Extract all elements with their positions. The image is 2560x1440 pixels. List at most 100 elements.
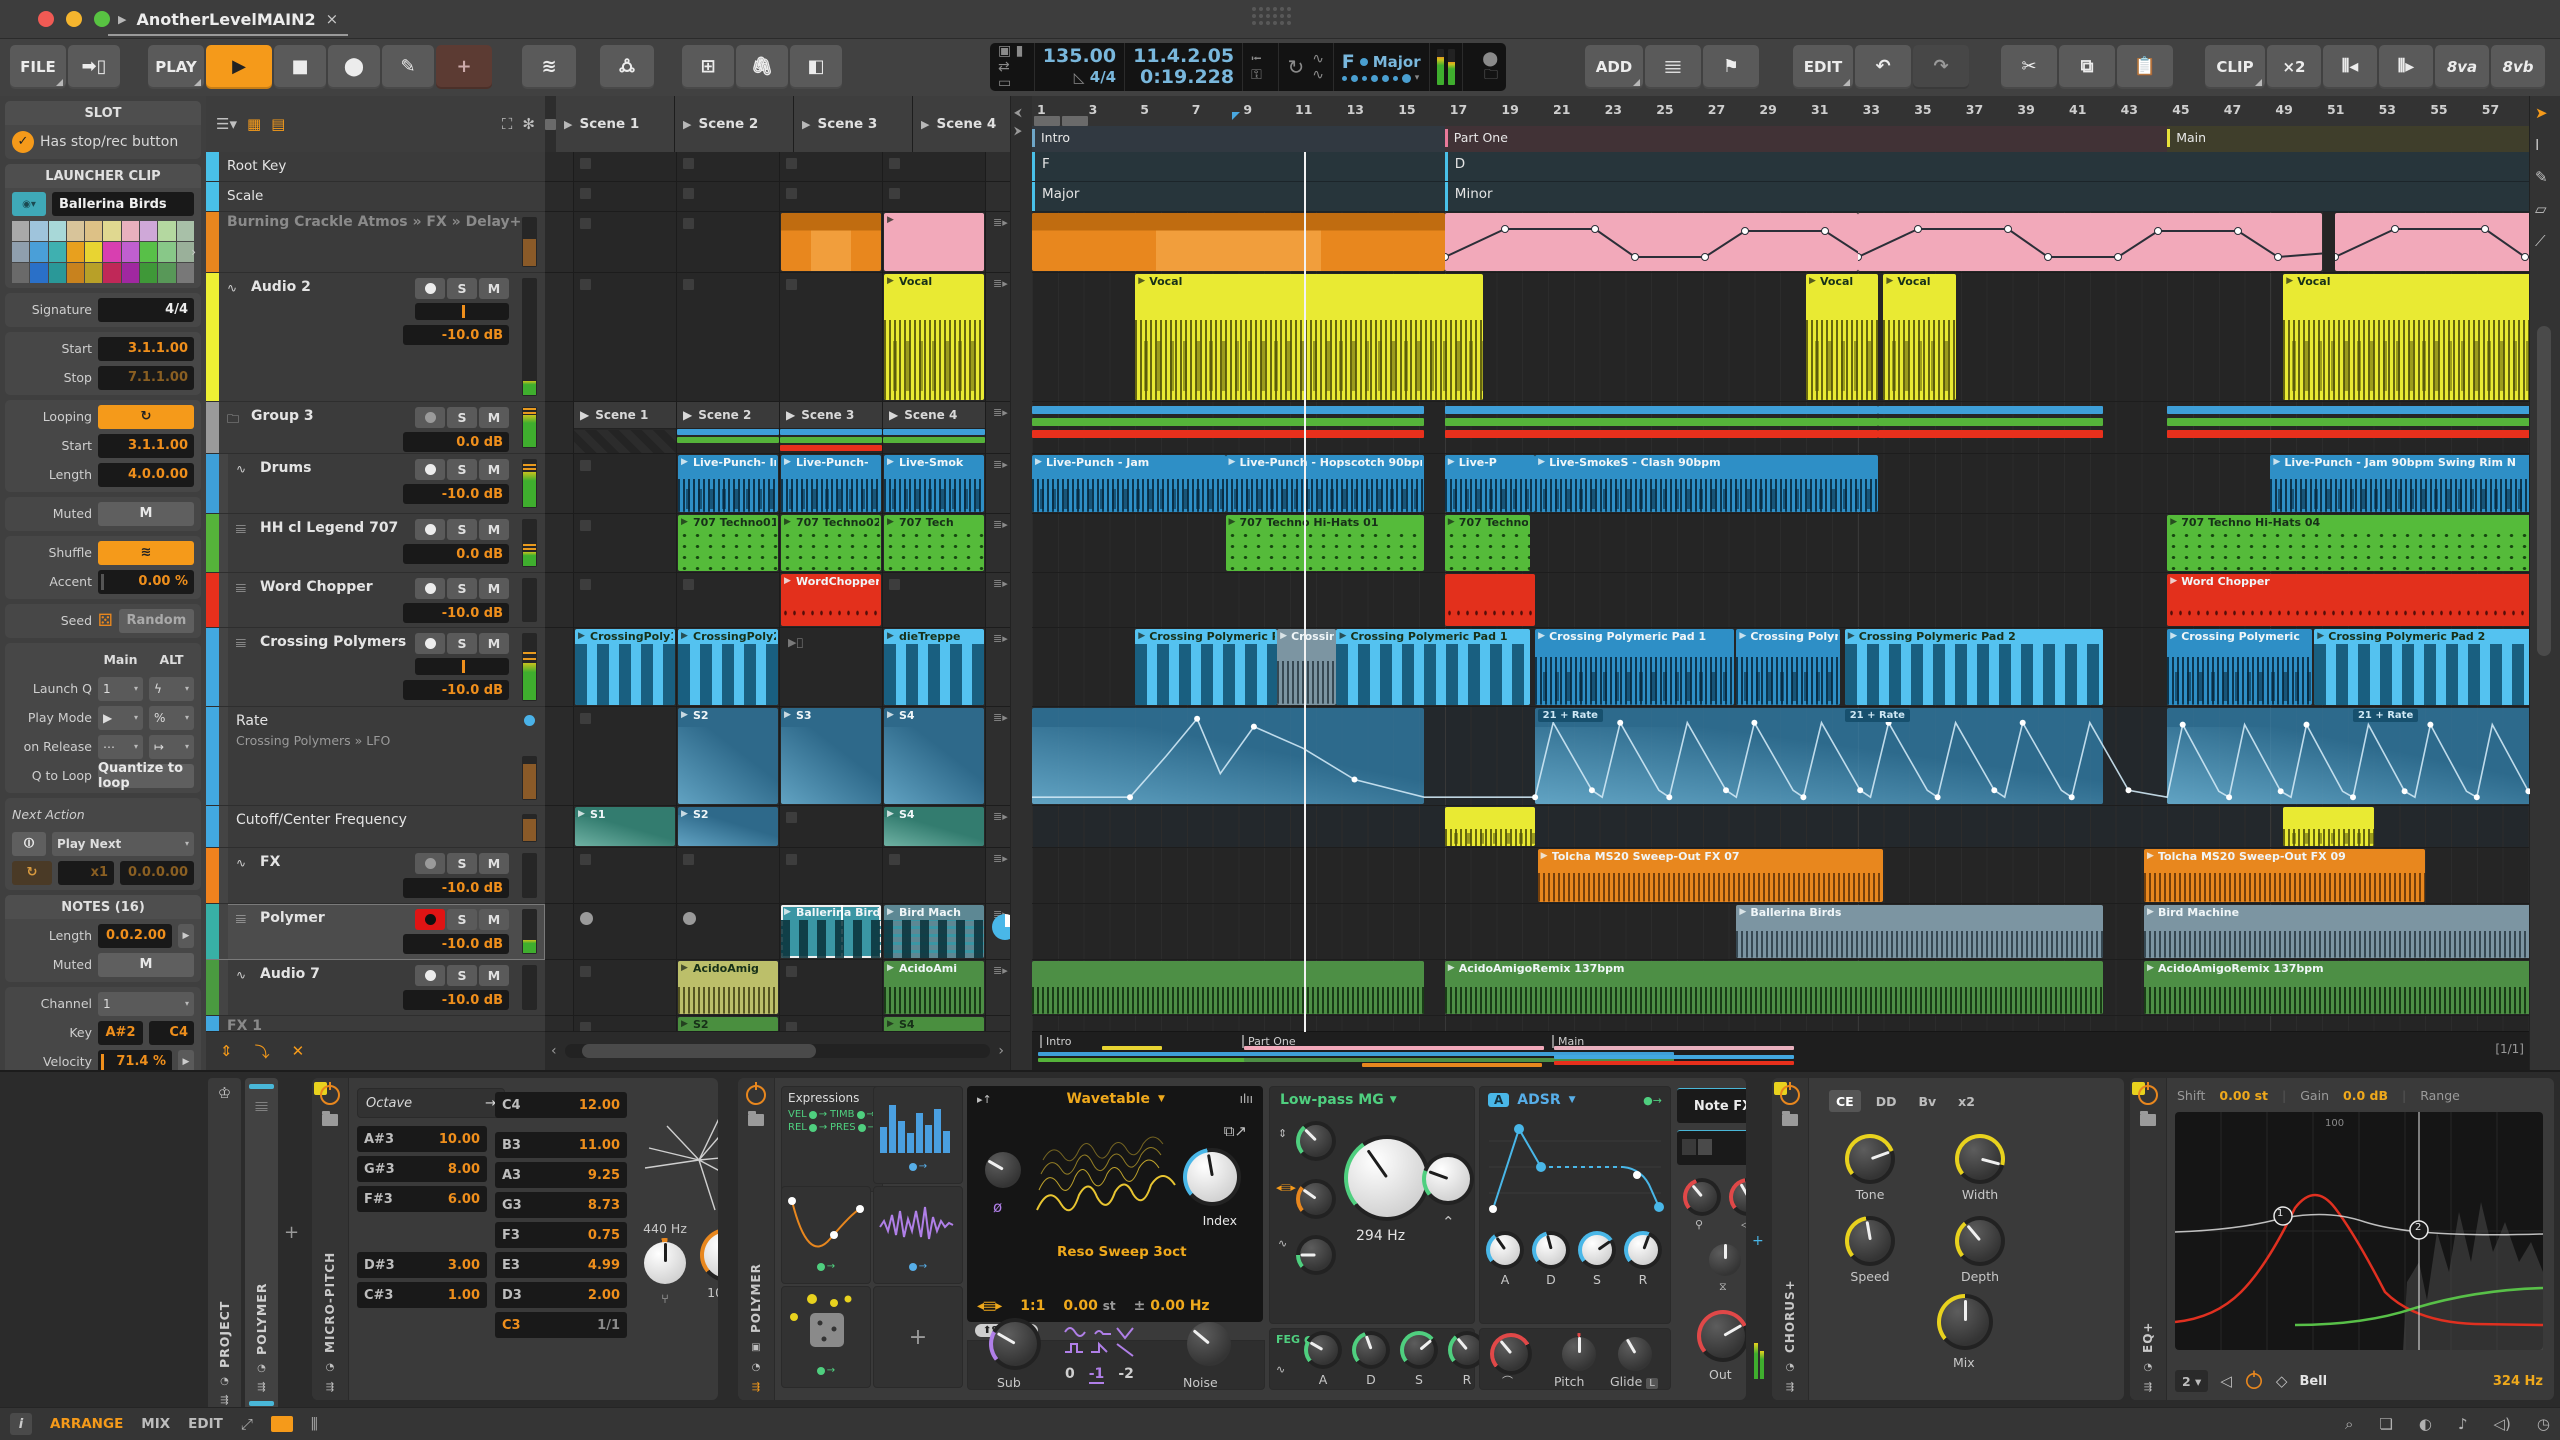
row-list-icon[interactable]: ≣▸ [993, 279, 1008, 289]
arranger-clip[interactable]: Tolcha MS20 Sweep-Out FX 09▶ [2144, 849, 2425, 902]
dice-icon[interactable]: ⚄ [98, 611, 113, 631]
clip-slot[interactable] [780, 182, 883, 211]
micropitch-note-field[interactable]: C31/1 [495, 1312, 627, 1338]
clip-play-icon[interactable]: ▶ [887, 710, 894, 720]
micropitch-note-field[interactable]: E34.99 [495, 1252, 627, 1278]
field-value[interactable]: 3.1.1.00 [98, 337, 194, 361]
power-icon[interactable] [320, 1085, 340, 1105]
filter-resonance-knob[interactable] [1422, 1153, 1474, 1205]
redo-button[interactable]: ↷ [1913, 45, 1969, 89]
eq-gain-value[interactable]: 0.0 dB [2343, 1088, 2388, 1103]
power-icon[interactable] [1780, 1085, 1800, 1105]
chorus-mode-select[interactable]: CE DD Bv x2 [1829, 1090, 1982, 1112]
launcher-clip[interactable]: ▶AcidoAmi [884, 961, 984, 1014]
launcher-clip[interactable]: ▶Vocal [884, 274, 984, 400]
clip-stop-button[interactable] [545, 848, 574, 903]
clip-stop-button[interactable] [545, 454, 574, 513]
clip-slot[interactable] [677, 904, 780, 959]
clip-slot[interactable]: ▶⃫ [780, 628, 883, 706]
row-list-icon[interactable]: ≣▸ [993, 966, 1008, 976]
close-traffic-light[interactable] [38, 11, 54, 27]
clip-play-icon[interactable]: ▶ [681, 517, 688, 527]
track-name[interactable]: FX [260, 854, 280, 870]
arranger-track-lane[interactable]: 707 Techno Hi-Hats 01▶707 Techno Hi-Ha▶7… [1032, 514, 2530, 573]
vibrato-rate-knob[interactable] [1729, 1178, 1746, 1216]
scene-header[interactable]: ▶Scene 1 [556, 96, 675, 152]
mute-button[interactable]: M [479, 519, 509, 540]
field-value[interactable]: 4/4 [98, 298, 194, 322]
color-swatch[interactable] [67, 242, 84, 262]
track-name[interactable]: Word Chopper [260, 579, 373, 595]
arranger-clip[interactable] [1445, 807, 1535, 846]
track-name[interactable]: Polymer [260, 910, 325, 926]
track-menu-icon[interactable]: ☰▾ [216, 115, 237, 133]
main-dropdown[interactable]: ⋯▾ [98, 735, 143, 759]
export-button[interactable]: ➡▯ [68, 45, 120, 89]
clip-stop-button[interactable] [545, 806, 574, 847]
mixer-panel-icon[interactable]: ⫼ [311, 1415, 318, 1433]
mute-button[interactable]: M [479, 853, 509, 874]
key-root[interactable]: F [1342, 51, 1355, 73]
sub-knob[interactable] [989, 1318, 1041, 1370]
color-swatch[interactable] [30, 242, 47, 262]
fullscreen-icon[interactable]: ⤢ [241, 1415, 253, 1433]
loop-cell[interactable]: ↻ ∿∿ [1279, 43, 1334, 91]
arranger-clip[interactable] [1445, 574, 1535, 626]
clip-play-icon[interactable]: ▶ [887, 631, 894, 641]
color-swatch[interactable] [158, 263, 175, 283]
clip-play-icon[interactable]: ▶ [681, 963, 688, 973]
clip-slot[interactable] [780, 848, 883, 903]
spread-knob[interactable] [1705, 1240, 1745, 1280]
filter-cutoff-knob[interactable] [1344, 1135, 1430, 1221]
clip-slot[interactable]: ▶Scene 4 [883, 402, 986, 453]
color-swatch[interactable] [177, 221, 194, 241]
eq-spectrum-display[interactable]: 1 2 100 [2175, 1112, 2543, 1350]
power-icon[interactable] [746, 1085, 766, 1105]
row-list-icon[interactable]: ≣▸ [993, 520, 1008, 530]
follow-icon[interactable]: ⤵ [255, 1041, 270, 1062]
chorus-mix-knob[interactable] [1937, 1294, 1993, 1350]
clip-slot[interactable] [574, 514, 677, 572]
arranger-clip[interactable] [2335, 213, 2541, 271]
color-swatch[interactable] [85, 242, 102, 262]
audio-icon[interactable]: ◁) [2494, 1415, 2511, 1433]
field-value[interactable]: 4.0.0.00 [98, 463, 194, 487]
next-action-dropdown[interactable]: Play Next▾ [52, 832, 194, 856]
arranger-clip[interactable]: Ballerina Birds▶ [1736, 905, 2102, 958]
track-name[interactable]: Audio 2 [251, 279, 311, 295]
volume-value[interactable]: -10.0 dB [403, 680, 509, 700]
clip-slot[interactable]: ▶ [883, 212, 986, 272]
launcher-clip[interactable]: ▶707 Tech [884, 515, 984, 571]
listen-icon[interactable]: ◁ [2220, 1372, 2232, 1390]
scene-header[interactable]: ▶Scene 3 [794, 96, 913, 152]
scene-play-icon[interactable]: ▶ [786, 408, 795, 422]
micropitch-note-field[interactable]: F#36.00 [357, 1186, 487, 1212]
mod-dice[interactable]: → [781, 1286, 871, 1388]
index-knob[interactable] [1183, 1148, 1241, 1206]
clip-slot[interactable]: ▶S1 [574, 806, 677, 847]
track-name[interactable]: Audio 7 [260, 966, 320, 982]
clip-stop-button[interactable] [545, 273, 574, 401]
arranger-clip[interactable]: 707 Techno Hi-Ha▶ [1445, 515, 1530, 571]
filter-env-amount-knob[interactable] [1296, 1179, 1336, 1219]
clip-slot[interactable] [574, 454, 677, 513]
clip-play-icon[interactable]: ▶ [784, 907, 791, 917]
phase-knob[interactable] [981, 1148, 1025, 1192]
automation-write-button[interactable]: ✎ [382, 45, 434, 89]
clip-slot[interactable]: ▶Live-Punch- In [677, 454, 780, 513]
clip-play-icon[interactable]: ▶ [784, 576, 791, 586]
clip-slot[interactable] [574, 212, 677, 272]
record-arm-button[interactable] [415, 853, 445, 874]
metronome-button[interactable]: 🜛 [600, 45, 654, 89]
micropitch-note-field[interactable]: G#38.00 [357, 1156, 487, 1182]
solo-button[interactable]: S [447, 853, 477, 874]
add-marker-button[interactable]: ⚑ [1703, 45, 1759, 89]
launcher-clip[interactable]: ▶ [884, 213, 984, 271]
clip-stop-button[interactable] [545, 212, 574, 272]
clip-slot[interactable] [574, 182, 677, 211]
clip-play-icon[interactable]: ▶ [681, 1019, 688, 1029]
clip-play-icon[interactable]: ▶ [681, 809, 688, 819]
color-swatch[interactable] [85, 221, 102, 241]
track-header[interactable]: 𝄙PolymerSM-10.0 dB [206, 904, 545, 960]
clip-slot[interactable]: ▶AcidoAmig [677, 960, 780, 1015]
